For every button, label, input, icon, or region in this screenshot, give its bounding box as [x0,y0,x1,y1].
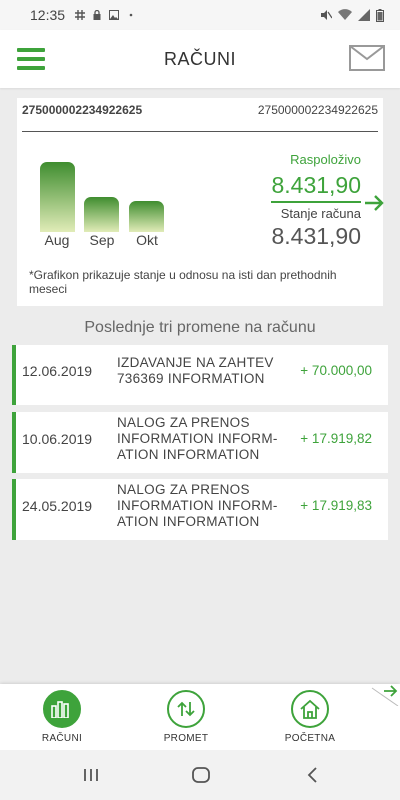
page-title: RAČUNI [163,48,236,69]
nav-label: POČETNA [284,733,336,744]
account-number: 275000002234922625 [22,103,143,117]
balance-label: Stanje računa [280,206,361,221]
app-header: RAČUNI [0,30,400,88]
chart-bar-aug [40,162,75,232]
chart-label-sep: Sep [89,232,115,248]
home-button-icon[interactable] [191,765,211,785]
transaction-date: 24.05.2019 [22,498,93,514]
transaction-row[interactable]: 10.06.2019 NALOG ZA PRENOS INFORMATION I… [12,412,388,473]
recent-apps-icon[interactable] [81,765,101,785]
recent-changes-title: Poslednje tri promene na računu [84,319,316,336]
nav-icon-circle [43,690,81,728]
nav-item-racuni[interactable]: RAČUNI [22,690,102,744]
transaction-row[interactable]: 24.05.2019 NALOG ZA PRENOS INFORMATION I… [12,479,388,540]
image-icon [109,10,120,20]
battery-icon [376,8,384,22]
available-label: Raspoloživo [290,152,361,167]
android-nav-bar [0,750,400,800]
dot-icon [129,13,133,17]
account-card[interactable]: 275000002234922625 275000002234922625 Au… [17,98,385,306]
lock-icon [93,10,101,20]
account-number-secondary: 275000002234922625 [257,103,378,117]
menu-bar [17,57,45,61]
transaction-amount: + 70.000,00 [300,363,372,378]
menu-bar [17,66,45,70]
nav-label: PROMET [163,733,209,744]
wifi-icon [338,9,352,20]
corner-arrow-icon[interactable] [370,684,400,706]
status-time: 12:35 [30,7,66,23]
home-icon [300,699,320,719]
menu-bar [17,48,45,52]
menu-button[interactable] [17,48,45,70]
transaction-date: 10.06.2019 [22,431,93,447]
back-icon[interactable] [303,765,323,785]
mail-icon[interactable] [349,45,385,71]
arrow-right-icon[interactable] [363,192,385,214]
nav-label: RAČUNI [41,733,83,744]
chart-label-okt: Okt [136,232,158,248]
balance-value: 8.431,90 [271,223,361,249]
transaction-row[interactable]: 12.06.2019 IZDAVANJE NA ZAHTEV 736369 IN… [12,345,388,405]
chart-bar-okt [129,201,164,232]
nav-icon-circle [291,690,329,728]
mute-icon [321,10,332,20]
transaction-amount: + 17.919,82 [300,431,372,446]
hashtag-icon [75,10,86,20]
available-value: 8.431,90 [271,172,361,203]
transaction-description: NALOG ZA PRENOS INFORMATION INFORM- ATIO… [117,415,278,462]
transaction-date: 12.06.2019 [22,363,93,379]
chart-bar-sep [84,197,119,232]
signal-icon [358,9,370,21]
chart-note: *Grafikon prikazuje stanje u odnosu na i… [29,268,337,296]
nav-icon-circle [167,690,205,728]
transaction-description: IZDAVANJE NA ZAHTEV 736369 INFORMATION [117,355,274,386]
nav-item-promet[interactable]: PROMET [146,690,226,744]
transfer-arrows-icon [177,701,195,717]
status-bar: 12:35 [0,0,400,30]
bar-chart-icon [51,701,69,718]
transaction-description: NALOG ZA PRENOS INFORMATION INFORM- ATIO… [117,482,278,529]
card-divider [22,131,378,132]
transaction-amount: + 17.919,83 [300,498,372,513]
nav-item-pocetna[interactable]: POČETNA [270,690,350,744]
chart-label-aug: Aug [44,232,70,248]
bottom-nav: RAČUNI PROMET POČETNA [0,684,400,750]
